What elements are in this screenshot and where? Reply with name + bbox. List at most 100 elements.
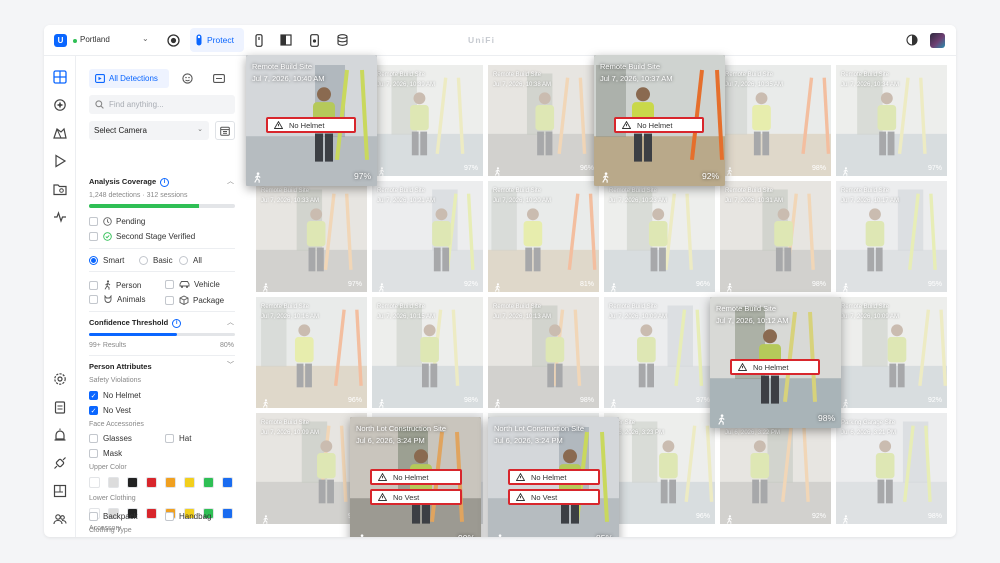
tab-protect[interactable]: Protect — [190, 28, 244, 52]
detection-thumbnail[interactable]: Remote Build Site Jul 7, 2026, 10:17 AM 95… — [836, 181, 947, 292]
violation-card[interactable]: Remote Build Site Jul 7, 2026, 10:37 AM No… — [594, 55, 725, 186]
mask-checkbox[interactable] — [89, 449, 98, 458]
upper-color-swatch[interactable] — [184, 477, 195, 488]
detection-thumbnail[interactable]: Alder Site Jul 6, 2026, 3:23 PM 96% — [604, 413, 715, 524]
intercom-icon[interactable] — [307, 33, 321, 47]
door-access-icon[interactable] — [279, 33, 293, 47]
filter-glasses[interactable]: Glasses — [89, 434, 132, 443]
filter-no-helmet[interactable]: ✓ No Helmet — [89, 391, 141, 400]
folder-camera-icon[interactable] — [53, 182, 67, 196]
detection-thumbnail[interactable]: Remote Build Site Jul 7, 2026, 10:16 AM 96… — [256, 297, 367, 408]
violation-card[interactable]: North Lot Construction Site Jul 6, 2026, … — [488, 417, 619, 537]
face-recognition-tab[interactable] — [174, 69, 200, 88]
chevron-up-icon[interactable]: ︿ — [227, 317, 234, 327]
detection-thumbnail[interactable]: Remote Build Site Jul 7, 2026, 10:34 AM 97… — [836, 65, 947, 176]
violation-card[interactable]: North Lot Construction Site Jul 6, 2026, … — [350, 417, 481, 537]
filter-handbag[interactable]: Handbag — [165, 512, 211, 521]
no-helmet-checkbox[interactable]: ✓ — [89, 391, 98, 400]
detection-thumbnail[interactable]: Remote Build Site Jul 7, 2026, 10:20 AM 81… — [488, 181, 599, 292]
violation-card[interactable]: Remote Build Site Jul 7, 2026, 10:12 AM No… — [710, 297, 841, 428]
detection-thumbnail[interactable]: Remote Build Site Jul 7, 2026, 10:35 AM 98… — [720, 65, 831, 176]
filter-package[interactable]: Package — [165, 295, 224, 305]
detection-thumbnail[interactable]: Remote Build Site Jul 7, 2026, 10:09 AM 92… — [836, 297, 947, 408]
smart-radio[interactable] — [89, 256, 98, 265]
gear-icon[interactable] — [53, 372, 67, 386]
clipboard-list-icon[interactable] — [53, 400, 67, 414]
detection-thumbnail[interactable]: Remote Build Site Jul 7, 2026, 10:31 AM 98… — [720, 181, 831, 292]
detection-thumbnail[interactable]: Remote Build Site Jul 7, 2026, 10:23 AM 96… — [604, 181, 715, 292]
filter-backpack[interactable]: Backpack — [89, 512, 138, 521]
handbag-checkbox[interactable] — [165, 512, 174, 521]
site-selector-label[interactable]: Portland — [80, 35, 110, 44]
mode-all[interactable]: All — [179, 256, 202, 265]
filter-mask[interactable]: Mask — [89, 449, 122, 458]
filter-person[interactable]: Person — [89, 280, 141, 290]
upper-color-swatch[interactable] — [165, 477, 176, 488]
upper-color-swatch[interactable] — [127, 477, 138, 488]
ai-search-icon[interactable] — [53, 98, 67, 112]
package-checkbox[interactable] — [165, 295, 174, 305]
upper-color-swatch[interactable] — [222, 477, 233, 488]
backpack-checkbox[interactable] — [89, 512, 98, 521]
detection-thumbnail[interactable]: Remote Build Site Jul 7, 2026, 10:13 AM 98… — [488, 297, 599, 408]
all-radio[interactable] — [179, 256, 188, 265]
detection-thumbnail[interactable]: Remote Build Site Jul 7, 2026, 10:39 AM 97… — [372, 65, 483, 176]
info-icon[interactable]: i — [172, 318, 182, 328]
filter-hat[interactable]: Hat — [165, 434, 191, 443]
chevron-up-icon[interactable]: ︿ — [227, 176, 234, 186]
info-icon[interactable]: i — [160, 177, 170, 187]
glasses-checkbox[interactable] — [89, 434, 98, 443]
all-detections-button[interactable]: All Detections — [89, 69, 169, 88]
detection-thumbnail[interactable]: Remote Build Site Jul 7, 2026, 10:33 AM 97… — [256, 181, 367, 292]
filter-second-stage-verified[interactable]: Second Stage Verified — [89, 232, 195, 241]
animals-checkbox[interactable] — [89, 295, 98, 304]
vehicle-checkbox[interactable] — [165, 280, 174, 289]
mode-smart[interactable]: Smart — [89, 256, 124, 265]
license-plate-tab[interactable] — [206, 69, 232, 88]
activity-pulse-icon[interactable] — [53, 210, 67, 224]
no-vest-checkbox[interactable]: ✓ — [89, 406, 98, 415]
confidence-slider[interactable] — [89, 333, 235, 336]
camera-select[interactable]: Select Camera ⌄ — [89, 121, 209, 140]
filter-pending[interactable]: Pending — [89, 217, 145, 226]
chevron-down-icon[interactable]: ⌄ — [142, 34, 149, 43]
upper-color-swatch[interactable] — [203, 477, 214, 488]
mode-basic[interactable]: Basic — [139, 256, 173, 265]
filter-animals[interactable]: Animals — [89, 295, 145, 304]
unifi-logo-icon[interactable]: U — [54, 34, 67, 47]
detection-thumbnail[interactable]: SW Alder SiteJul 6, 2026, 3:22 PM92% — [720, 413, 831, 524]
pending-checkbox[interactable] — [89, 217, 98, 226]
alarm-light-icon[interactable] — [53, 428, 67, 442]
second-stage-checkbox[interactable] — [89, 232, 98, 241]
search-input[interactable]: Find anything... — [89, 95, 235, 114]
theme-toggle-icon[interactable] — [905, 33, 919, 47]
violation-card[interactable]: Remote Build Site Jul 7, 2026, 10:40 AM No… — [246, 55, 377, 186]
dashboard-grid-icon[interactable] — [53, 70, 67, 84]
calendar-button[interactable] — [215, 121, 235, 140]
detection-thumbnail[interactable]: Remote Build Site Jul 7, 2026, 10:09 AM 97… — [604, 297, 715, 408]
users-group-icon[interactable] — [53, 512, 67, 526]
access-reader-icon[interactable] — [252, 33, 266, 47]
detection-thumbnail[interactable]: Remote Build Site Jul 7, 2026, 10:38 AM 96… — [488, 65, 599, 176]
upper-color-swatch[interactable] — [146, 477, 157, 488]
filter-vehicle[interactable]: Vehicle — [165, 280, 220, 289]
lower-color-swatch[interactable] — [146, 508, 157, 519]
integrations-plug-icon[interactable] — [53, 456, 67, 470]
play-icon[interactable] — [53, 154, 67, 168]
detection-thumbnail[interactable]: Remote Build Site Jul 7, 2026, 10:15 AM 98… — [372, 297, 483, 408]
floorplan-icon[interactable] — [53, 484, 67, 498]
basic-radio[interactable] — [139, 256, 148, 265]
user-avatar[interactable] — [930, 33, 945, 48]
filter-no-vest[interactable]: ✓ No Vest — [89, 406, 131, 415]
hat-checkbox[interactable] — [165, 434, 174, 443]
person-checkbox[interactable] — [89, 280, 98, 290]
lower-color-swatch[interactable] — [222, 508, 233, 519]
camera-lens-icon[interactable] — [166, 33, 180, 47]
map-location-icon[interactable] — [53, 126, 67, 140]
upper-color-swatch[interactable] — [89, 477, 100, 488]
upper-color-swatch[interactable] — [108, 477, 119, 488]
chevron-down-icon[interactable]: ﹀ — [227, 360, 234, 370]
detection-thumbnail[interactable]: Parking Garage Site Jul 6, 2026, 3:21 PM 9… — [836, 413, 947, 524]
detection-thumbnail[interactable]: Remote Build Site Jul 7, 2026, 10:21 AM 92… — [372, 181, 483, 292]
storage-database-icon[interactable] — [335, 33, 349, 47]
